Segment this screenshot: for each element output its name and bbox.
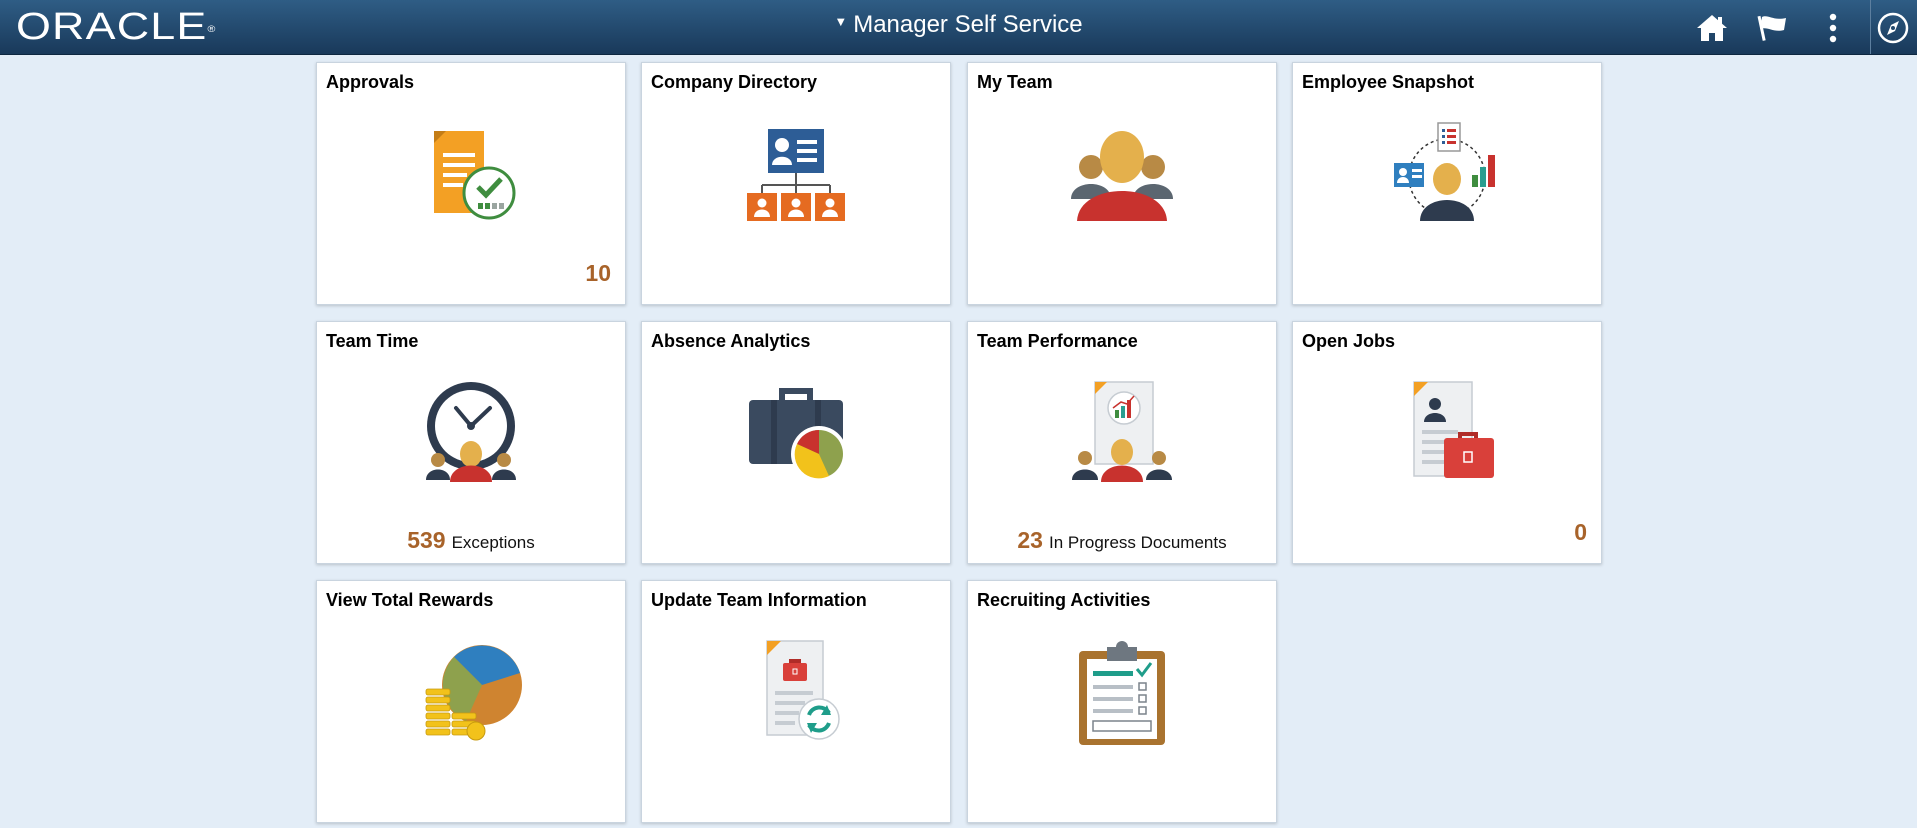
open-jobs-count: 0: [1574, 519, 1587, 545]
tile-approvals[interactable]: Approvals 10: [316, 62, 626, 305]
clock-team-icon: [426, 382, 516, 482]
tile-title: Update Team Information: [651, 590, 867, 610]
tile-title: Team Time: [326, 331, 419, 351]
tile-view-total-rewards[interactable]: View Total Rewards: [316, 580, 626, 823]
document-refresh-icon: [766, 640, 840, 740]
flag-icon: [1757, 15, 1786, 41]
more-vertical-icon: [1829, 13, 1837, 43]
team-people-icon: [1071, 131, 1173, 221]
tile-title: Employee Snapshot: [1302, 72, 1475, 92]
actions-menu-button[interactable]: [1814, 9, 1852, 47]
org-chart-icon: [747, 129, 845, 221]
in-progress-documents-status: 23 In Progress Documents: [1017, 527, 1227, 553]
tile-title: View Total Rewards: [326, 590, 494, 610]
job-posting-briefcase-icon: [1413, 381, 1494, 478]
performance-document-icon: [1072, 381, 1172, 482]
tile-open-jobs[interactable]: Open Jobs 0: [1292, 321, 1602, 564]
exceptions-status: 539 Exceptions: [407, 527, 535, 553]
tile-employee-snapshot[interactable]: Employee Snapshot: [1292, 62, 1602, 305]
employee-snapshot-icon: [1394, 122, 1495, 221]
rewards-pie-coins-icon: [425, 645, 522, 741]
tile-recruiting-activities[interactable]: Recruiting Activities: [967, 580, 1277, 823]
tile-title: Company Directory: [651, 72, 818, 92]
page-title-dropdown[interactable]: ▼ Manager Self Service: [0, 10, 1917, 41]
tile-title: Recruiting Activities: [977, 590, 1151, 610]
tile-title: Approvals: [326, 72, 415, 92]
tile-title: Absence Analytics: [651, 331, 811, 351]
tile-team-time[interactable]: Team Time 539 Exceptions: [316, 321, 626, 564]
briefcase-pie-chart-icon: [749, 388, 847, 482]
page-title: Manager Self Service: [853, 11, 1083, 38]
tile-title: My Team: [977, 72, 1053, 92]
approvals-document-check-icon: [434, 131, 516, 220]
pending-approvals-count: 10: [585, 260, 611, 286]
tile-company-directory[interactable]: Company Directory: [641, 62, 951, 305]
tile-title: Team Performance: [977, 331, 1138, 351]
notifications-button[interactable]: [1754, 9, 1792, 47]
tile-team-performance[interactable]: Team Performance 23 In Progress Documents: [967, 321, 1277, 564]
home-icon: [1697, 15, 1727, 41]
chevron-down-icon: ▼: [834, 13, 848, 29]
home-button[interactable]: [1693, 9, 1731, 47]
navbar-button[interactable]: [1874, 9, 1912, 47]
header-bar: ORACLE® ▼ Manager Self Service: [0, 0, 1917, 55]
tile-my-team[interactable]: My Team: [967, 62, 1277, 305]
header-divider: [1870, 0, 1871, 54]
tile-update-team-information[interactable]: Update Team Information: [641, 580, 951, 823]
tile-title: Open Jobs: [1302, 331, 1396, 351]
clipboard-checklist-icon: [1079, 641, 1165, 745]
navbar-compass-icon: [1877, 12, 1909, 44]
tile-absence-analytics[interactable]: Absence Analytics: [641, 321, 951, 564]
